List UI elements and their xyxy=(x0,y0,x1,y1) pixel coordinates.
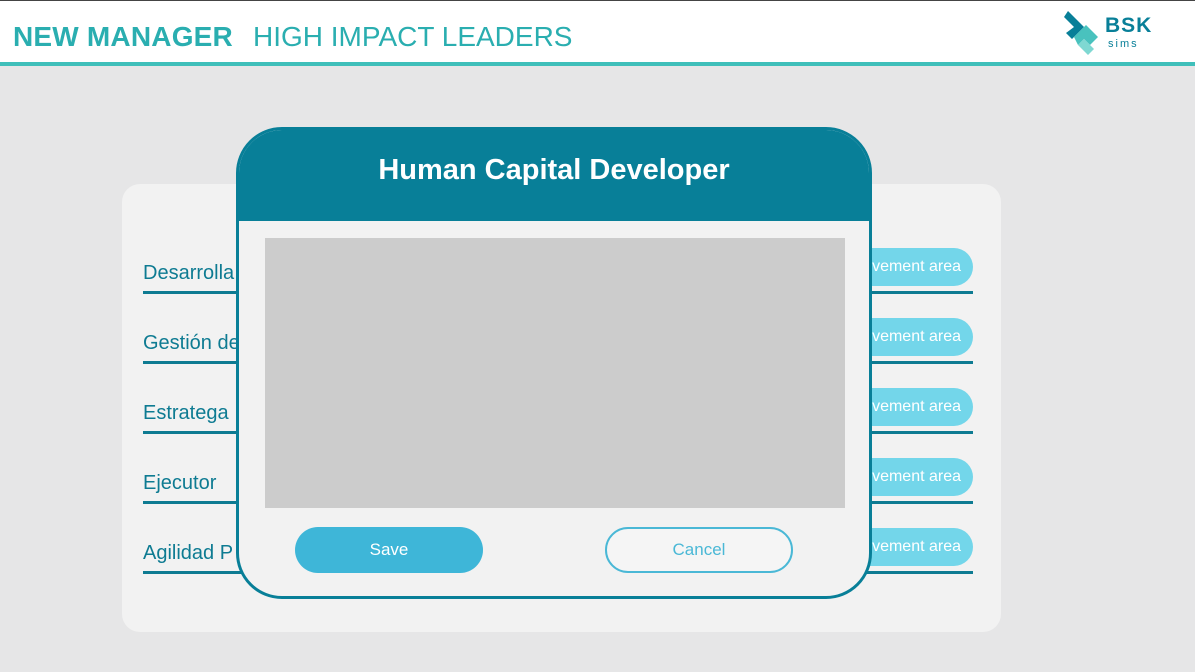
modal-title: Human Capital Developer xyxy=(378,154,730,186)
top-bar: NEW MANAGER HIGH IMPACT LEADERS BSK sims xyxy=(0,0,1195,63)
competency-label: Agilidad P xyxy=(143,542,234,564)
competency-label: Estratega xyxy=(143,402,229,424)
competency-label: Gestión de xyxy=(143,332,240,354)
logo-subtext: sims xyxy=(1108,38,1139,50)
modal-header: Human Capital Developer xyxy=(239,130,869,221)
logo-wordmark: BSK xyxy=(1105,14,1153,37)
notes-textarea[interactable] xyxy=(265,238,845,508)
bsk-logo: BSK sims xyxy=(1064,9,1164,57)
competency-modal: Human Capital Developer Save Cancel xyxy=(236,127,872,599)
brand-title: NEW MANAGER xyxy=(13,21,233,52)
save-button[interactable]: Save xyxy=(295,527,483,573)
cancel-button[interactable]: Cancel xyxy=(605,527,793,573)
bsk-logo-icon xyxy=(1064,11,1098,55)
header-divider xyxy=(0,62,1195,66)
brand-subtitle: HIGH IMPACT LEADERS xyxy=(253,21,573,52)
competency-label: Ejecutor xyxy=(143,472,217,494)
competency-label: Desarrolla xyxy=(143,262,235,284)
